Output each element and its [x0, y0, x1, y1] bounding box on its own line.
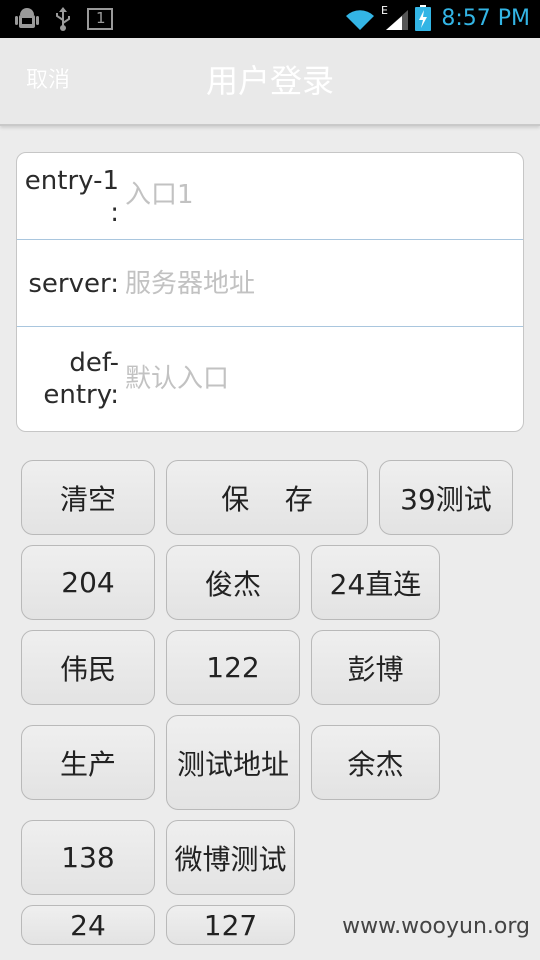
- notification-icon: 1: [87, 8, 113, 34]
- test-address-button[interactable]: 测试地址: [166, 715, 300, 810]
- entry-input[interactable]: [125, 179, 505, 211]
- yujie-button[interactable]: 余杰: [311, 725, 440, 800]
- watermark: www.wooyun.org: [342, 914, 530, 939]
- production-button[interactable]: 生产: [21, 725, 155, 800]
- form-row-server: server:: [17, 240, 523, 326]
- form-row-default-entry: def- entry:: [17, 327, 523, 431]
- entry-label: entry-1 :: [24, 166, 119, 228]
- login-form: entry-1 : server: def- entry:: [16, 152, 524, 432]
- header-bar: 取消 用户登录: [0, 38, 540, 126]
- status-bar: 1 E 8:57 PM: [0, 0, 540, 38]
- wifi-icon: [344, 8, 376, 36]
- server-label: server:: [28, 269, 119, 299]
- page-title: 用户登录: [205, 62, 334, 100]
- direct-24-button[interactable]: 24直连: [311, 545, 440, 620]
- server-204-button[interactable]: 204: [21, 545, 155, 620]
- clear-button[interactable]: 清空: [21, 460, 155, 535]
- server-24-button[interactable]: 24: [21, 905, 155, 945]
- server-127-button[interactable]: 127: [166, 905, 295, 945]
- default-entry-input[interactable]: [125, 363, 505, 395]
- weibo-test-button[interactable]: 微博测试: [166, 820, 295, 895]
- server-138-button[interactable]: 138: [21, 820, 155, 895]
- notification-count: 1: [96, 9, 106, 27]
- screen: 1 E 8:57 PM 取消 用户登录 entry-1: 入口1 server…: [0, 0, 540, 960]
- server-input[interactable]: [125, 268, 505, 300]
- test39-button[interactable]: 39测试: [379, 460, 513, 535]
- battery-charging-icon: [414, 4, 432, 36]
- default-entry-label: def- entry:: [43, 348, 119, 410]
- server-122-button[interactable]: 122: [166, 630, 300, 705]
- clock: 8:57 PM: [441, 6, 530, 31]
- save-button[interactable]: 保 存: [166, 460, 368, 535]
- signal-icon: [384, 8, 410, 36]
- junjie-button[interactable]: 俊杰: [166, 545, 300, 620]
- android-debug-icon: [14, 6, 40, 36]
- pengbo-button[interactable]: 彭博: [311, 630, 440, 705]
- form-row-entry: entry-1 :: [17, 153, 523, 239]
- usb-icon: [52, 6, 74, 36]
- weimin-button[interactable]: 伟民: [21, 630, 155, 705]
